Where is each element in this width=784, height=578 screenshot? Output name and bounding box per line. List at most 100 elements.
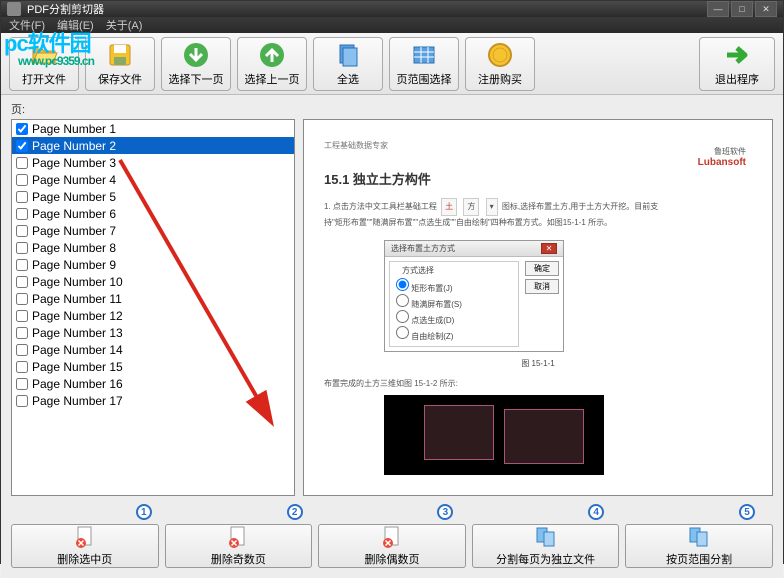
menu-edit[interactable]: 编辑(E) xyxy=(57,17,94,33)
preview-3d-figure xyxy=(384,395,604,475)
titlebar: PDF分割剪切器 — □ ✕ xyxy=(1,1,783,17)
list-item[interactable]: Page Number 16 xyxy=(12,375,294,392)
window-title: PDF分割剪切器 xyxy=(27,1,707,17)
list-item[interactable]: Page Number 6 xyxy=(12,205,294,222)
dropdown-icon: ▾ xyxy=(486,198,498,216)
page-range-split-icon xyxy=(687,525,711,549)
page-checkbox[interactable] xyxy=(16,191,28,203)
list-item[interactable]: Page Number 2 xyxy=(12,137,294,154)
page-delete-odd-icon xyxy=(226,525,250,549)
preview-opt2-radio xyxy=(396,294,409,307)
list-item[interactable]: Page Number 12 xyxy=(12,307,294,324)
preview-text-2: 持"矩形布置""随满屏布置""点选生成""自由绘制"四种布置方式。如图15-1-… xyxy=(324,216,752,230)
badge-4: 4 xyxy=(588,504,604,520)
page-checkbox[interactable] xyxy=(16,123,28,135)
page-checkbox[interactable] xyxy=(16,378,28,390)
folder-open-icon xyxy=(30,41,58,69)
preview-ui-btn-fang: 方 xyxy=(463,198,479,216)
page-checkbox[interactable] xyxy=(16,174,28,186)
preview-dialog-group: 方式选择 xyxy=(400,265,436,276)
page-list[interactable]: Page Number 1Page Number 2 Page Number 3 P… xyxy=(11,119,295,496)
dialog-close-icon: ✕ xyxy=(541,243,557,254)
preview-opt3-radio xyxy=(396,310,409,323)
page-label: Page Number 3 xyxy=(32,156,116,170)
page-checkbox[interactable] xyxy=(16,327,28,339)
list-item[interactable]: Page Number 13 xyxy=(12,324,294,341)
page-checkbox[interactable] xyxy=(16,395,28,407)
minimize-button[interactable]: — xyxy=(707,1,729,17)
page-label: Page Number 12 xyxy=(32,309,123,323)
list-item[interactable]: Page Number 5 xyxy=(12,188,294,205)
preview-dialog-ok: 确定 xyxy=(525,261,559,276)
page-checkbox[interactable] xyxy=(16,140,28,152)
page-label: Page Number 4 xyxy=(32,173,116,187)
preview-text-1a: 1. 点击方法中文工具栏基础工程 xyxy=(324,202,437,211)
page-label: Page Number 17 xyxy=(32,394,123,408)
app-icon xyxy=(7,2,21,16)
list-item[interactable]: Page Number 14 xyxy=(12,341,294,358)
select-all-button[interactable]: 全选 xyxy=(313,37,383,91)
preview-text-1b: 图标,选择布置土方,用于土方大开挖。目前支 xyxy=(502,202,658,211)
select-next-button[interactable]: 选择下一页 xyxy=(161,37,231,91)
badge-row: 1 2 3 4 5 xyxy=(11,496,773,520)
page-checkbox[interactable] xyxy=(16,361,28,373)
menu-file[interactable]: 文件(F) xyxy=(9,17,45,33)
page-split-icon xyxy=(534,525,558,549)
list-item[interactable]: Page Number 8 xyxy=(12,239,294,256)
menu-about[interactable]: 关于(A) xyxy=(106,17,143,33)
page-checkbox[interactable] xyxy=(16,242,28,254)
delete-selected-button[interactable]: 删除选中页 xyxy=(11,524,159,568)
page-range-button[interactable]: 页范围选择 xyxy=(389,37,459,91)
list-item[interactable]: Page Number 1 xyxy=(12,120,294,137)
exit-arrow-icon xyxy=(723,41,751,69)
list-item[interactable]: Page Number 3 xyxy=(12,154,294,171)
list-item[interactable]: Page Number 4 xyxy=(12,171,294,188)
preview-brand-cn: 鲁班软件 xyxy=(698,146,746,157)
list-item[interactable]: Page Number 7 xyxy=(12,222,294,239)
split-each-button[interactable]: 分割每页为独立文件 xyxy=(472,524,620,568)
page-checkbox[interactable] xyxy=(16,293,28,305)
badge-3: 3 xyxy=(437,504,453,520)
arrow-down-green-icon xyxy=(182,41,210,69)
menubar: 文件(F) 编辑(E) 关于(A) xyxy=(1,17,783,33)
register-button[interactable]: 注册购买 xyxy=(465,37,535,91)
page-checkbox[interactable] xyxy=(16,157,28,169)
pages-stack-icon xyxy=(334,41,362,69)
preview-panel[interactable]: 鲁班软件 Lubansoft 工程基础数据专家 15.1 独立土方构件 1. 点… xyxy=(303,119,773,496)
list-item[interactable]: Page Number 15 xyxy=(12,358,294,375)
page-label: Page Number 6 xyxy=(32,207,116,221)
page-label: Page Number 14 xyxy=(32,343,123,357)
preview-dialog-title: 选择布置土方方式 xyxy=(391,243,455,254)
maximize-button[interactable]: □ xyxy=(731,1,753,17)
list-item[interactable]: Page Number 11 xyxy=(12,290,294,307)
coin-icon xyxy=(486,41,514,69)
page-checkbox[interactable] xyxy=(16,310,28,322)
page-checkbox[interactable] xyxy=(16,225,28,237)
page-label: Page Number 10 xyxy=(32,275,123,289)
page-checkbox[interactable] xyxy=(16,259,28,271)
page-checkbox[interactable] xyxy=(16,276,28,288)
preview-header-small: 工程基础数据专家 xyxy=(324,140,752,151)
exit-button[interactable]: 退出程序 xyxy=(699,37,775,91)
list-item[interactable]: Page Number 10 xyxy=(12,273,294,290)
delete-odd-button[interactable]: 删除奇数页 xyxy=(165,524,313,568)
preview-text-3: 布置完成的土方三维如图 15-1-2 所示: xyxy=(324,377,752,391)
page-checkbox[interactable] xyxy=(16,208,28,220)
open-file-button[interactable]: 打开文件 xyxy=(9,37,79,91)
delete-even-button[interactable]: 删除偶数页 xyxy=(318,524,466,568)
page-label: Page Number 5 xyxy=(32,190,116,204)
preview-dialog-cancel: 取消 xyxy=(525,279,559,294)
close-button[interactable]: ✕ xyxy=(755,1,777,17)
page-label: Page Number 9 xyxy=(32,258,116,272)
split-range-button[interactable]: 按页范围分割 xyxy=(625,524,773,568)
preview-fig1-caption: 图 15-1-1 xyxy=(324,358,752,369)
badge-2: 2 xyxy=(287,504,303,520)
list-item[interactable]: Page Number 9 xyxy=(12,256,294,273)
page-checkbox[interactable] xyxy=(16,344,28,356)
select-prev-button[interactable]: 选择上一页 xyxy=(237,37,307,91)
pages-label: 页: xyxy=(11,101,773,117)
save-file-button[interactable]: 保存文件 xyxy=(85,37,155,91)
page-label: Page Number 8 xyxy=(32,241,116,255)
list-item[interactable]: Page Number 17 xyxy=(12,392,294,409)
preview-heading: 15.1 独立土方构件 xyxy=(324,169,752,188)
